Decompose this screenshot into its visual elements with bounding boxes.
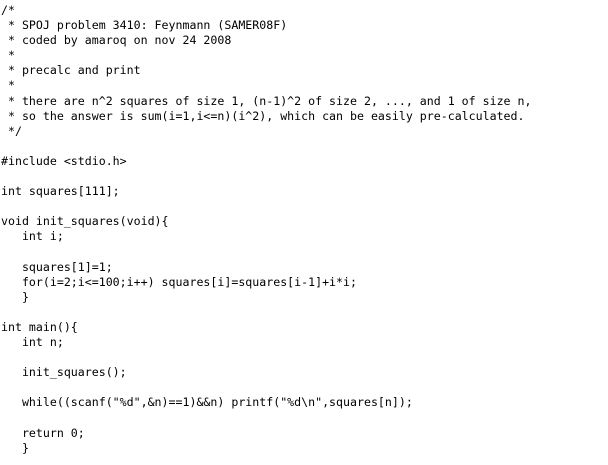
code-line: * precalc and print bbox=[1, 63, 141, 78]
code-line: * so the answer is sum(i=1,i<=n)(i^2), w… bbox=[1, 108, 525, 123]
code-line: * SPOJ problem 3410: Feynmann (SAMER08F) bbox=[1, 18, 288, 33]
code-line: int squares[111]; bbox=[1, 184, 120, 199]
code-line: init_squares(); bbox=[1, 365, 127, 380]
code-line: int i; bbox=[1, 229, 64, 244]
code-line: } bbox=[1, 289, 29, 304]
code-line: for(i=2;i<=100;i++) squares[i]=squares[i… bbox=[1, 274, 357, 289]
code-line: */ bbox=[1, 123, 22, 138]
code-line: void init_squares(void){ bbox=[1, 214, 169, 229]
code-line: return 0; bbox=[1, 425, 85, 440]
code-line: squares[1]=1; bbox=[1, 259, 113, 274]
source-code: /* * SPOJ problem 3410: Feynmann (SAMER0… bbox=[1, 3, 531, 456]
code-line: /* bbox=[1, 3, 15, 17]
code-line: while((scanf("%d",&n)==1)&&n) printf("%d… bbox=[1, 395, 413, 410]
code-viewer: /* * SPOJ problem 3410: Feynmann (SAMER0… bbox=[0, 0, 608, 465]
code-line: * coded by amaroq on nov 24 2008 bbox=[1, 33, 232, 48]
code-line: * there are n^2 squares of size 1, (n-1)… bbox=[1, 93, 532, 108]
code-line: #include <stdio.h> bbox=[1, 153, 127, 168]
code-line: } bbox=[1, 440, 29, 455]
code-line: int n; bbox=[1, 335, 64, 350]
code-line: * bbox=[1, 78, 15, 93]
code-line: int main(){ bbox=[1, 319, 78, 334]
code-line: * bbox=[1, 48, 15, 63]
